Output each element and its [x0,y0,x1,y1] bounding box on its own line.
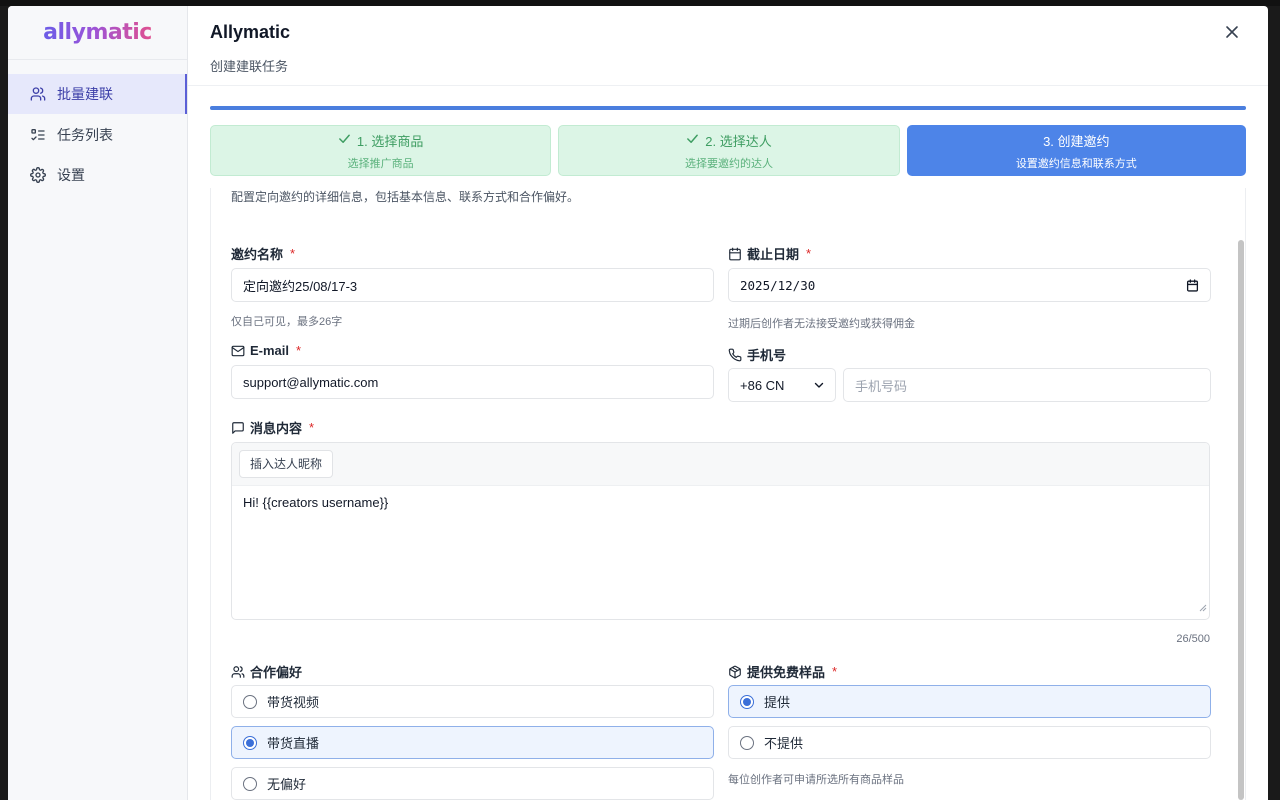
sidebar: allymatic 批量建联 任务列表 设置 [8,6,188,800]
gear-icon [30,167,46,183]
step-title: 2. 选择达人 [705,133,772,149]
radio-button[interactable] [243,694,257,709]
country-code-select[interactable]: +86 CN [728,368,836,402]
required-mark: * [309,420,315,435]
scrollbar-thumb[interactable] [1238,240,1244,800]
radio-button[interactable] [243,776,257,791]
step-create-invite[interactable]: 3. 创建邀约 设置邀约信息和联系方式 [906,125,1246,176]
message-textarea[interactable]: Hi! {{creators username}} [232,486,1209,519]
app-window: allymatic 批量建联 任务列表 设置 Allymatic 创建建联任务 … [8,6,1268,800]
deadline-value: 2025/12/30 [740,277,816,293]
step-subtitle: 设置邀约信息和联系方式 [1015,157,1137,170]
deadline-date-input[interactable]: 2025/12/30 [728,268,1211,302]
sidebar-item-settings[interactable]: 设置 [8,155,187,195]
message-editor: 插入达人昵称 Hi! {{creators username}} [231,442,1210,620]
sidebar-item-label: 批量建联 [57,86,113,102]
brand-logo[interactable]: allymatic [8,6,187,60]
sidebar-item-task-list[interactable]: 任务列表 [8,115,187,155]
radio-button-selected[interactable] [740,694,754,709]
deadline-label: 截止日期 * [728,244,811,263]
country-code-value: +86 CN [740,377,785,393]
calendar-icon [728,247,742,261]
check-icon [338,132,351,148]
invite-name-label: 邀约名称 * [231,246,296,262]
message-square-icon [231,421,245,435]
sidebar-item-batch-outreach[interactable]: 批量建联 [8,74,187,114]
required-mark: * [296,343,302,358]
chevron-down-icon [814,380,824,390]
required-mark: * [806,246,812,261]
users-icon [30,86,46,102]
list-icon [30,127,46,143]
email-label: E-mail * [231,343,301,358]
stepper: 1. 选择商品 选择推广商品 2. 选择达人 选择要邀约的达人 3. 创建邀约 … [210,125,1246,176]
invite-name-hint: 仅自己可见，最多26字 [231,316,343,328]
check-icon [686,132,699,148]
step-title: 3. 创建邀约 [1043,133,1110,149]
free-samples-hint: 每位创作者可申请所选所有商品样品 [728,774,904,786]
message-char-counter: 26/500 [1176,633,1210,645]
resize-handle-icon[interactable] [1199,599,1207,617]
sidebar-item-label: 任务列表 [57,126,113,143]
radio-option-livestream[interactable]: 带货直播 [231,726,714,759]
step-subtitle: 选择推广商品 [347,157,414,170]
radio-option-video[interactable]: 带货视频 [231,685,714,718]
radio-button[interactable] [740,735,754,750]
page-title: Allymatic [210,22,291,42]
phone-icon [728,348,742,362]
close-icon [1225,25,1239,44]
mail-icon [231,344,245,358]
required-mark: * [290,246,296,261]
phone-number-input[interactable]: 手机号码 [843,368,1211,402]
message-label: 消息内容 * [231,418,314,437]
step-title: 1. 选择商品 [356,133,424,149]
progress-fill [210,106,1246,110]
sidebar-item-label: 设置 [57,167,85,183]
step-subtitle: 选择要邀约的达人 [684,157,773,170]
phone-label: 手机号 [728,345,786,364]
page-subtitle: 创建建联任务 [210,59,289,74]
cooperation-label: 合作偏好 [231,662,302,681]
main-panel: Allymatic 创建建联任务 1. 选择商品 选择推广商品 2. 选择达人 … [188,6,1268,800]
step-select-creators[interactable]: 2. 选择达人 选择要邀约的达人 [558,125,900,176]
page-header: Allymatic 创建建联任务 [188,6,1268,86]
form-intro: 配置定向邀约的详细信息，包括基本信息、联系方式和合作偏好。 [231,190,580,204]
free-samples-label: 提供免费样品 * [728,662,837,681]
progress-bar [210,106,1246,110]
radio-option-no-preference[interactable]: 无偏好 [231,767,714,800]
users-icon [231,665,245,679]
sidebar-nav: 批量建联 任务列表 设置 [8,60,187,195]
calendar-picker-icon[interactable] [1186,278,1199,292]
close-button[interactable] [1222,24,1242,44]
message-toolbar: 插入达人昵称 [232,443,1209,486]
email-field[interactable]: support@allymatic.com [231,365,714,399]
step-select-product[interactable]: 1. 选择商品 选择推广商品 [210,125,552,176]
insert-nickname-button[interactable]: 插入达人昵称 [239,450,334,478]
required-mark: * [832,664,838,679]
invite-name-input[interactable]: 定向邀约25/08/17-3 [231,268,714,302]
radio-button-selected[interactable] [243,735,257,750]
radio-option-not-provide[interactable]: 不提供 [728,726,1211,759]
radio-option-provide[interactable]: 提供 [728,685,1211,718]
deadline-hint: 过期后创作者无法接受邀约或获得佣金 [728,318,915,330]
package-icon [728,665,742,679]
